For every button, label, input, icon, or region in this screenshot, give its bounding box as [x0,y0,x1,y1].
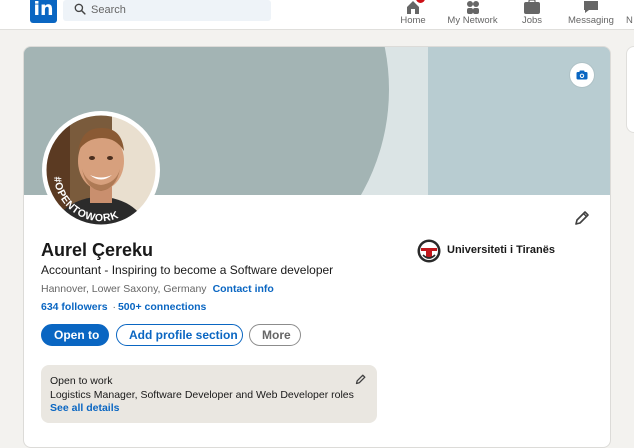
profile-card: #OPENTOWORK Aurel Çereku Accountant - In… [23,46,611,448]
nav-label-messaging: Messaging [568,15,614,26]
more-button[interactable]: More [249,324,301,346]
jobs-icon [523,0,541,14]
separator-dot: · [112,301,116,313]
edit-cover-button[interactable] [570,63,594,87]
network-line: 634 followers · 500+ connections [41,301,206,313]
edit-intro-icon[interactable] [573,209,591,227]
notifications-icon [626,0,634,14]
open-to-button[interactable]: Open to [41,324,109,346]
avatar-photo: #OPENTOWORK [43,112,159,228]
followers-link[interactable]: 634 followers [41,301,108,313]
profile-avatar[interactable]: #OPENTOWORK [42,111,160,229]
network-icon [464,0,482,14]
add-profile-section-button[interactable]: Add profile section [116,324,243,346]
nav-label-my-network: My Network [447,15,498,26]
profile-location: Hannover, Lower Saxony, Germany [41,283,207,295]
search-input[interactable] [91,2,261,18]
global-nav: in Home My Network Jobs Messaging [0,0,634,30]
connections-link[interactable]: 500+ connections [118,301,206,313]
profile-name: Aurel Çereku [41,240,154,260]
messaging-icon [582,0,600,14]
nav-item-my-network[interactable]: My Network [445,0,500,29]
profile-headline: Accountant - Inspiring to become a Softw… [41,263,334,277]
nav-item-home[interactable]: Home [398,0,428,29]
nav-item-jobs[interactable]: Jobs [518,0,546,29]
sidebar-card [626,46,634,133]
open-to-work-roles: Logistics Manager, Software Developer an… [50,389,354,401]
university-logo-icon [417,239,441,263]
home-icon [404,0,425,14]
camera-icon [576,70,588,80]
education-name: Universiteti i Tiranës [447,244,556,256]
nav-label-jobs: Jobs [521,15,543,26]
nav-item-notifications[interactable]: N [626,0,634,29]
nav-label-notifications: N [626,15,633,26]
location-line: Hannover, Lower Saxony, Germany Contact i… [41,283,274,295]
nav-label-home: Home [400,15,426,26]
see-all-details-link[interactable]: See all details [50,402,119,414]
open-to-work-card: Open to work Logistics Manager, Software… [41,365,377,423]
open-to-work-title: Open to work [50,375,113,387]
search-box[interactable] [63,0,271,21]
linkedin-logo[interactable]: in [30,0,57,23]
nav-item-messaging[interactable]: Messaging [567,0,615,29]
contact-info-link[interactable]: Contact info [213,283,274,295]
edit-open-to-work-icon[interactable] [355,373,367,385]
search-icon [74,3,86,15]
